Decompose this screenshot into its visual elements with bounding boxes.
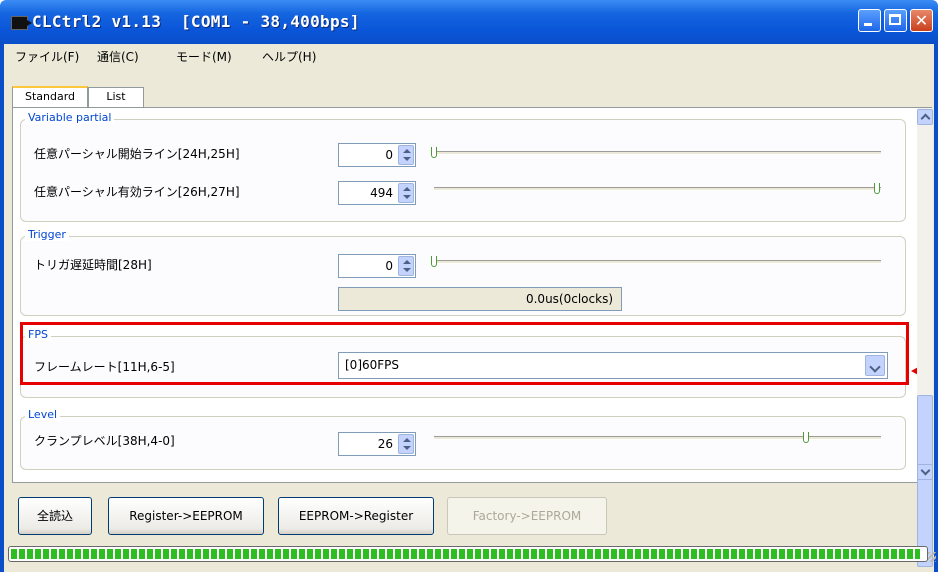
trigger-delay-value: 0 [385,259,393,273]
level-title: Level [25,408,61,421]
maximize-icon [889,14,901,25]
partial-start-slider-track[interactable] [434,151,881,155]
eeprom-to-register-button[interactable]: EEPROM->Register [278,497,434,535]
partial-start-value: 0 [385,148,393,162]
clamp-level-spinner[interactable] [398,434,414,454]
clamp-level-slider-track[interactable] [434,436,881,440]
app-camera-icon [11,16,32,30]
scrollbar-thumb[interactable] [917,395,933,567]
close-button[interactable]: ✕ [910,9,933,32]
close-icon: ✕ [914,11,929,30]
maximize-button[interactable] [884,9,907,32]
resize-grip-icon[interactable] [928,552,936,562]
read-all-button[interactable]: 全読込 [18,497,92,535]
partial-valid-spinner[interactable] [398,183,414,203]
menu-mode[interactable]: モード(M) [176,48,232,65]
menu-help[interactable]: ヘルプ(H) [262,48,316,65]
trigger-delay-slider-track[interactable] [434,260,881,264]
partial-valid-slider-thumb[interactable] [874,183,880,194]
trigger-delay-readout: 0.0us(0clocks) [338,287,622,311]
clamp-level-field[interactable]: 26 [338,432,416,456]
tab-list[interactable]: List [88,87,144,107]
menu-communication[interactable]: 通信(C) [97,48,139,65]
partial-start-field[interactable]: 0 [338,143,416,167]
variable-partial-group: Variable partial [20,111,906,222]
vertical-scrollbar[interactable] [917,108,933,567]
trigger-title: Trigger [25,228,69,241]
trigger-delay-label: トリガ遅延時間[28H] [34,258,152,272]
clamp-level-value: 26 [377,437,393,451]
partial-valid-field[interactable]: 494 [338,181,416,205]
partial-start-label: 任意パーシャル開始ライン[24H,25H] [34,147,240,161]
factory-to-eeprom-button: Factory->EEPROM [447,497,607,535]
minimize-button[interactable] [858,9,881,32]
window-title: CLCtrl2 v1.13 [COM1 - 38,400bps] [32,12,360,31]
scroll-down-icon[interactable] [917,464,933,480]
clamp-level-slider-thumb[interactable] [803,432,809,443]
scroll-up-icon[interactable] [917,109,933,125]
partial-start-spinner[interactable] [398,145,414,165]
trigger-delay-slider-thumb[interactable] [431,256,437,267]
trigger-delay-field[interactable]: 0 [338,254,416,278]
variable-partial-title: Variable partial [25,111,115,124]
title-bar[interactable]: CLCtrl2 v1.13 [COM1 - 38,400bps] ✕ [0,0,938,44]
progress-fill [11,549,921,559]
trigger-delay-spinner[interactable] [398,256,414,276]
minimize-icon [864,23,872,26]
partial-start-slider-thumb[interactable] [431,147,437,158]
trigger-delay-readout-text: 0.0us(0clocks) [525,292,613,306]
clamp-level-label: クランプレベル[38H,4-0] [34,434,175,448]
fps-highlight-frame [20,322,909,385]
menu-file[interactable]: ファイル(F) [15,48,79,65]
register-to-eeprom-button[interactable]: Register->EEPROM [108,497,264,535]
progress-bar [8,546,928,562]
partial-valid-slider-track[interactable] [434,187,881,191]
menu-bar: ファイル(F) 通信(C) モード(M) ヘルプ(H) [0,44,938,68]
partial-valid-label: 任意パーシャル有効ライン[26H,27H] [34,185,240,199]
tab-standard[interactable]: Standard [12,86,88,107]
partial-valid-value: 494 [370,186,393,200]
